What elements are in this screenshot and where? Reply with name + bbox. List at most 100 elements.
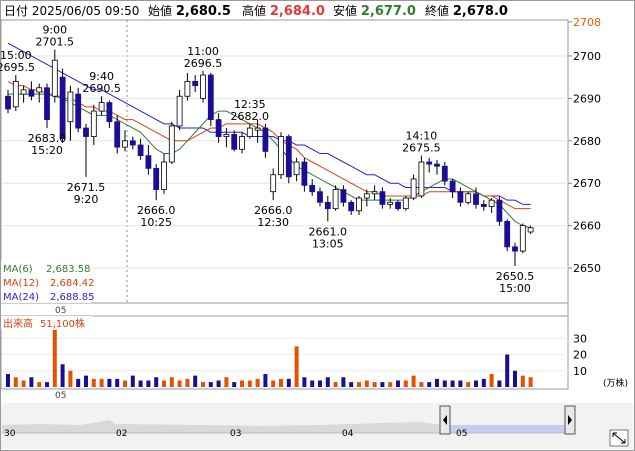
candle-body bbox=[36, 87, 43, 93]
candle-body bbox=[465, 193, 472, 203]
ma24-label: MA(24) bbox=[3, 292, 39, 303]
price-tick-label: 2650 bbox=[573, 262, 601, 275]
volume-bar bbox=[466, 382, 471, 387]
candle-body bbox=[106, 102, 113, 123]
volume-bar bbox=[76, 378, 81, 387]
volume-bar bbox=[13, 377, 18, 387]
volume-bar bbox=[84, 375, 88, 387]
annotation-price: 2690.5 bbox=[82, 82, 121, 95]
volume-bar bbox=[325, 377, 330, 387]
candle-body bbox=[153, 167, 160, 190]
volume-bar bbox=[169, 377, 174, 387]
volume-bar bbox=[481, 378, 486, 387]
candle-body bbox=[340, 189, 347, 203]
candle-body bbox=[145, 155, 152, 169]
candle-body bbox=[356, 197, 362, 212]
annotation-price: 2696.5 bbox=[184, 57, 223, 70]
candle-body bbox=[20, 89, 27, 95]
candle-body bbox=[363, 193, 370, 199]
volume-bar bbox=[294, 346, 299, 387]
time-navigator[interactable]: 30 02 03 04 05 bbox=[0, 403, 633, 449]
volume-bar bbox=[224, 377, 229, 387]
candle-body bbox=[114, 121, 121, 148]
volume-bar bbox=[411, 375, 416, 387]
candle-body bbox=[387, 201, 394, 205]
volume-bar bbox=[240, 380, 244, 387]
candle-body bbox=[161, 161, 167, 190]
candle-body bbox=[168, 125, 175, 163]
volume-bar bbox=[364, 380, 369, 387]
candle-body bbox=[441, 165, 448, 182]
candle-body bbox=[98, 102, 105, 112]
volume-bar bbox=[177, 380, 182, 387]
volume-bar bbox=[403, 380, 408, 387]
volume-bar bbox=[193, 375, 198, 387]
candle-body bbox=[473, 193, 479, 205]
volume-bar bbox=[497, 380, 502, 387]
candle-body bbox=[215, 119, 222, 137]
annotation-time: 13:05 bbox=[312, 237, 344, 250]
nav-label-30: 30 bbox=[4, 429, 16, 439]
candle-body bbox=[192, 80, 199, 87]
volume-bar bbox=[21, 380, 26, 387]
candle-body bbox=[246, 127, 253, 137]
volume-bar bbox=[505, 354, 510, 387]
candle-body bbox=[122, 140, 128, 148]
volume-bar bbox=[91, 378, 96, 387]
candle-body bbox=[44, 87, 50, 120]
volume-bar bbox=[216, 380, 221, 387]
annotation-time: 15:00 bbox=[499, 282, 531, 295]
candle-body bbox=[129, 140, 136, 146]
volume-bar bbox=[513, 370, 517, 387]
candle-body bbox=[285, 136, 292, 178]
price-tick-label: 2700 bbox=[573, 50, 601, 63]
nav-label-03: 03 bbox=[230, 429, 241, 439]
candle-body bbox=[262, 127, 269, 152]
volume-bar bbox=[333, 382, 338, 387]
volume-bar bbox=[52, 322, 57, 387]
volume-bar bbox=[341, 377, 346, 387]
candle-body bbox=[270, 174, 277, 193]
volume-bar bbox=[458, 380, 463, 387]
annotation-price: 2675.5 bbox=[402, 142, 441, 155]
candle-body bbox=[457, 191, 464, 203]
volume-bar bbox=[123, 380, 127, 387]
volume-bar bbox=[99, 378, 104, 387]
volume-bar bbox=[154, 377, 159, 387]
volume-bar bbox=[357, 382, 361, 387]
volume-bar bbox=[435, 378, 439, 387]
annotation-time: 15:20 bbox=[31, 144, 63, 157]
candle-body bbox=[59, 76, 66, 140]
candle-body bbox=[488, 199, 495, 207]
candle-body bbox=[223, 134, 230, 137]
annotation-time: 12:30 bbox=[257, 216, 289, 229]
candle-body bbox=[254, 127, 261, 131]
candle-body bbox=[317, 191, 323, 203]
price-tick-label: 2660 bbox=[573, 220, 601, 233]
volume-bar bbox=[419, 382, 424, 387]
volume-tick-label: 20 bbox=[573, 349, 587, 362]
volume-bar bbox=[37, 382, 42, 387]
annotation-time: 9:20 bbox=[74, 193, 99, 206]
volume-bar bbox=[60, 364, 65, 387]
candle-body bbox=[51, 59, 58, 97]
price-tick-label: 2690 bbox=[573, 92, 601, 105]
candle-body bbox=[309, 184, 316, 193]
candle-body bbox=[504, 220, 511, 248]
candle-body bbox=[200, 74, 206, 99]
volume-bar bbox=[388, 382, 393, 387]
volume-bar bbox=[255, 378, 260, 387]
candle-body bbox=[418, 161, 425, 197]
candle-body bbox=[410, 178, 417, 199]
candle-body bbox=[184, 80, 191, 97]
price-tick-label: 2670 bbox=[573, 177, 601, 190]
candlestick-chart[interactable]: 05 05 15:002695.52683.015:209:002701.526… bbox=[0, 0, 635, 400]
candle-body bbox=[324, 201, 331, 210]
volume-bar bbox=[138, 380, 143, 387]
candle-body bbox=[449, 180, 456, 193]
ma24-value: 2,688.85 bbox=[50, 292, 95, 303]
candle-body bbox=[371, 191, 378, 195]
candle-body bbox=[176, 95, 183, 127]
candle-body bbox=[402, 197, 409, 210]
volume-bar bbox=[146, 380, 151, 387]
